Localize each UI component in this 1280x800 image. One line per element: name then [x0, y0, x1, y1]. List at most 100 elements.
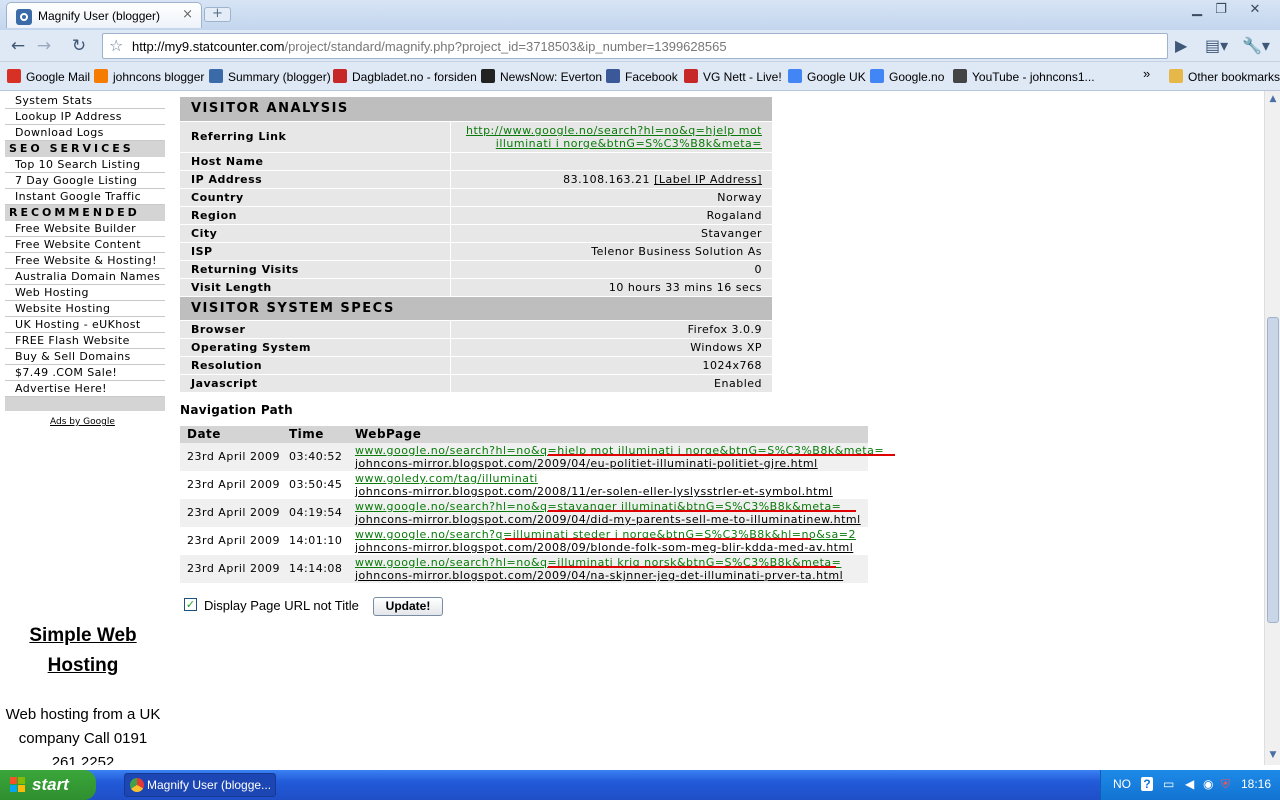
- display-url-checkbox[interactable]: ✓: [184, 598, 197, 611]
- update-button[interactable]: Update!: [373, 597, 443, 616]
- language-indicator[interactable]: NO: [1113, 777, 1131, 791]
- bookmark-google-uk[interactable]: Google UK: [788, 69, 866, 84]
- visitor-analysis-heading: VISITOR ANALYSIS: [180, 97, 772, 121]
- info-label: Operating System: [180, 339, 451, 356]
- clock[interactable]: 18:16: [1241, 777, 1271, 791]
- tab-close-icon[interactable]: ×: [182, 7, 193, 22]
- newsnow-icon: [481, 69, 495, 83]
- folder-icon: [1169, 69, 1183, 83]
- page-link[interactable]: johncons-mirror.blogspot.com/2008/09/blo…: [355, 541, 853, 554]
- other-bookmarks[interactable]: Other bookmarks: [1169, 69, 1280, 84]
- bookmark-google-mail[interactable]: Google Mail: [7, 69, 90, 84]
- tab-magnify-user[interactable]: Magnify User (blogger) ×: [6, 2, 202, 28]
- bookmark-facebook[interactable]: Facebook: [606, 69, 678, 84]
- row-time: 14:14:08: [289, 562, 343, 575]
- info-row: Resolution 1024x768: [180, 356, 772, 374]
- col-time: Time: [289, 427, 324, 441]
- sidebar-link[interactable]: Website Hosting: [5, 301, 165, 317]
- new-tab-button[interactable]: +: [204, 7, 231, 22]
- system-tray: NO ? ▭ ◀ ◉ ⛨ 18:16: [1100, 770, 1280, 800]
- bookmark-summary-blogger[interactable]: Summary (blogger): [209, 69, 331, 84]
- close-window-button[interactable]: ✕: [1242, 2, 1268, 20]
- page-menu-icon[interactable]: ▤▾: [1205, 36, 1228, 55]
- referring-link[interactable]: http://www.google.no/search?hl=no&q=hjel…: [466, 124, 762, 150]
- display-url-label: Display Page URL not Title: [204, 598, 359, 613]
- sidebar-link[interactable]: Buy & Sell Domains: [5, 349, 165, 365]
- info-value: Norway: [717, 191, 762, 204]
- bookmark-star-icon[interactable]: ☆: [109, 36, 123, 55]
- minimize-button[interactable]: ▁: [1184, 2, 1210, 20]
- row-time: 03:50:45: [289, 478, 343, 491]
- info-label: ISP: [180, 243, 451, 260]
- sidebar-link[interactable]: System Stats: [5, 93, 165, 109]
- info-label: Resolution: [180, 357, 451, 374]
- tray-collapse-icon[interactable]: ◀: [1185, 777, 1194, 791]
- back-arrow-icon[interactable]: ←: [7, 36, 29, 56]
- label-ip-address-link[interactable]: [Label IP Address]: [654, 173, 762, 186]
- info-row: Browser Firefox 3.0.9: [180, 320, 772, 338]
- bookmarks-overflow-icon[interactable]: »: [1143, 66, 1150, 81]
- sidebar-link[interactable]: Free Website & Hosting!: [5, 253, 165, 269]
- referring-link-row: Referring Link http://www.google.no/sear…: [180, 121, 772, 152]
- info-label: City: [180, 225, 451, 242]
- tab-title: Magnify User (blogger): [38, 9, 161, 23]
- sidebar-link[interactable]: Web Hosting: [5, 285, 165, 301]
- network-icon[interactable]: ▭: [1163, 777, 1174, 791]
- help-icon[interactable]: ?: [1141, 777, 1153, 791]
- sidebar-link[interactable]: $7.49 .COM Sale!: [5, 365, 165, 381]
- address-bar[interactable]: ☆ http://my9.statcounter.com/project/sta…: [102, 33, 1168, 59]
- vertical-scrollbar[interactable]: ▲ ▼: [1264, 91, 1280, 765]
- red-underline-annotation: [548, 510, 856, 512]
- referrer-link[interactable]: www.goledy.com/tag/illuminati: [355, 472, 538, 485]
- bookmark-vg-nett[interactable]: VG Nett - Live!: [684, 69, 782, 84]
- bookmark-dagbladet[interactable]: Dagbladet.no - forsiden: [333, 69, 477, 84]
- promo-ad-title[interactable]: Simple Web Hosting: [5, 621, 161, 681]
- info-row: City Stavanger: [180, 224, 772, 242]
- sidebar-link[interactable]: Top 10 Search Listing: [5, 157, 165, 173]
- blogger-icon: [94, 69, 108, 83]
- sidebar-link[interactable]: FREE Flash Website: [5, 333, 165, 349]
- security-shield-icon[interactable]: ⛨: [1221, 777, 1230, 792]
- sidebar-link[interactable]: Free Website Builder: [5, 221, 165, 237]
- row-date: 23rd April 2009: [187, 562, 280, 575]
- start-button[interactable]: start: [0, 770, 96, 800]
- scroll-up-icon[interactable]: ▲: [1267, 94, 1279, 106]
- sidebar-link[interactable]: Download Logs: [5, 125, 165, 141]
- bookmark-newsnow-everton[interactable]: NewsNow: Everton: [481, 69, 602, 84]
- page-link[interactable]: johncons-mirror.blogspot.com/2009/04/eu-…: [355, 457, 818, 470]
- sidebar-link[interactable]: Instant Google Traffic: [5, 189, 165, 205]
- sidebar-link[interactable]: Advertise Here!: [5, 381, 165, 397]
- ads-by-google-link[interactable]: Ads by Google: [50, 417, 115, 427]
- sidebar-link[interactable]: Free Website Content: [5, 237, 165, 253]
- reload-icon[interactable]: ↻: [68, 36, 90, 56]
- row-time: 14:01:10: [289, 534, 343, 547]
- info-row: Visit Length 10 hours 33 mins 16 secs: [180, 278, 772, 296]
- row-date: 23rd April 2009: [187, 506, 280, 519]
- bookmark-johncons-blogger[interactable]: johncons blogger: [94, 69, 204, 84]
- address-url[interactable]: http://my9.statcounter.com/project/stand…: [132, 39, 727, 54]
- google-icon: [870, 69, 884, 83]
- page-link[interactable]: johncons-mirror.blogspot.com/2009/04/did…: [355, 513, 861, 526]
- bookmark-youtube[interactable]: YouTube - johncons1...: [953, 69, 1095, 84]
- bookmark-google-no[interactable]: Google.no: [870, 69, 944, 84]
- forward-arrow-icon[interactable]: →: [33, 36, 55, 56]
- sidebar-link[interactable]: Lookup IP Address: [5, 109, 165, 125]
- dagbladet-icon: [333, 69, 347, 83]
- restore-button[interactable]: ❐: [1208, 2, 1234, 20]
- sidebar-link[interactable]: UK Hosting - eUKhost: [5, 317, 165, 333]
- info-label: Returning Visits: [180, 261, 451, 278]
- sidebar-footer-bar: [5, 397, 165, 411]
- sidebar-link[interactable]: 7 Day Google Listing: [5, 173, 165, 189]
- scroll-thumb[interactable]: [1267, 317, 1279, 623]
- gmail-icon: [7, 69, 21, 83]
- wrench-menu-icon[interactable]: 🔧▾: [1242, 36, 1270, 55]
- page-link[interactable]: johncons-mirror.blogspot.com/2008/11/er-…: [355, 485, 833, 498]
- scroll-down-icon[interactable]: ▼: [1267, 750, 1279, 762]
- page-link[interactable]: johncons-mirror.blogspot.com/2009/04/na-…: [355, 569, 843, 582]
- sidebar-link[interactable]: Australia Domain Names: [5, 269, 165, 285]
- go-arrow-icon[interactable]: ▶: [1175, 36, 1187, 55]
- row-webpage: www.google.no/search?hl=no&q=stavanger i…: [355, 499, 861, 527]
- facebook-icon: [606, 69, 620, 83]
- taskbar-chrome-window[interactable]: Magnify User (blogge...: [124, 773, 276, 797]
- info-row: ISP Telenor Business Solution As: [180, 242, 772, 260]
